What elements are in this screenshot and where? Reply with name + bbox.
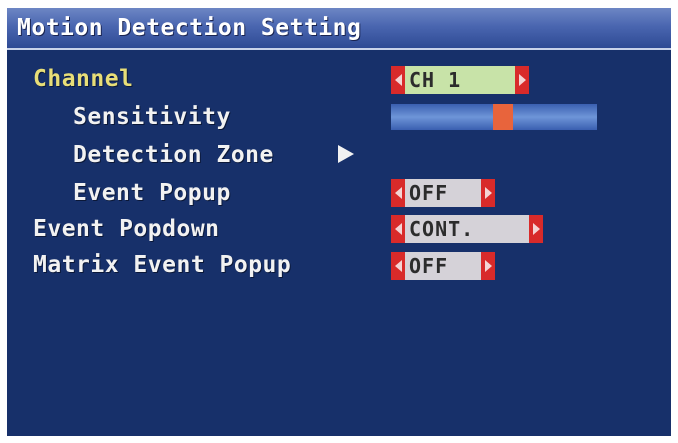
- osd-screen: Motion Detection Setting Channel CH 1 Se…: [7, 8, 671, 436]
- detection-zone-label[interactable]: Detection Zone: [73, 142, 274, 168]
- event-popup-selector[interactable]: OFF: [391, 179, 495, 207]
- channel-selector[interactable]: CH 1: [391, 66, 529, 94]
- caret-right-icon[interactable]: [529, 215, 543, 243]
- event-popdown-label: Event Popdown: [33, 216, 220, 242]
- event-popdown-selector[interactable]: CONT.: [391, 215, 543, 243]
- event-popup-value: OFF: [409, 181, 449, 205]
- channel-label: Channel: [33, 66, 134, 92]
- sensitivity-slider[interactable]: [391, 104, 597, 130]
- sensitivity-label: Sensitivity: [73, 104, 231, 130]
- event-popdown-value: CONT.: [409, 217, 475, 241]
- caret-left-icon[interactable]: [391, 66, 405, 94]
- matrix-event-popup-selector[interactable]: OFF: [391, 252, 495, 280]
- matrix-event-popup-value: OFF: [409, 254, 449, 278]
- caret-left-icon[interactable]: [391, 252, 405, 280]
- play-arrow-icon[interactable]: [338, 145, 354, 163]
- caret-right-icon[interactable]: [481, 252, 495, 280]
- page-title: Motion Detection Setting: [17, 15, 362, 41]
- caret-right-icon[interactable]: [481, 179, 495, 207]
- matrix-event-popup-label: Matrix Event Popup: [33, 252, 292, 278]
- channel-value: CH 1: [409, 68, 462, 92]
- slider-knob[interactable]: [493, 104, 513, 130]
- event-popup-label: Event Popup: [73, 180, 231, 206]
- title-bar: Motion Detection Setting: [7, 8, 671, 50]
- caret-right-icon[interactable]: [515, 66, 529, 94]
- caret-left-icon[interactable]: [391, 215, 405, 243]
- caret-left-icon[interactable]: [391, 179, 405, 207]
